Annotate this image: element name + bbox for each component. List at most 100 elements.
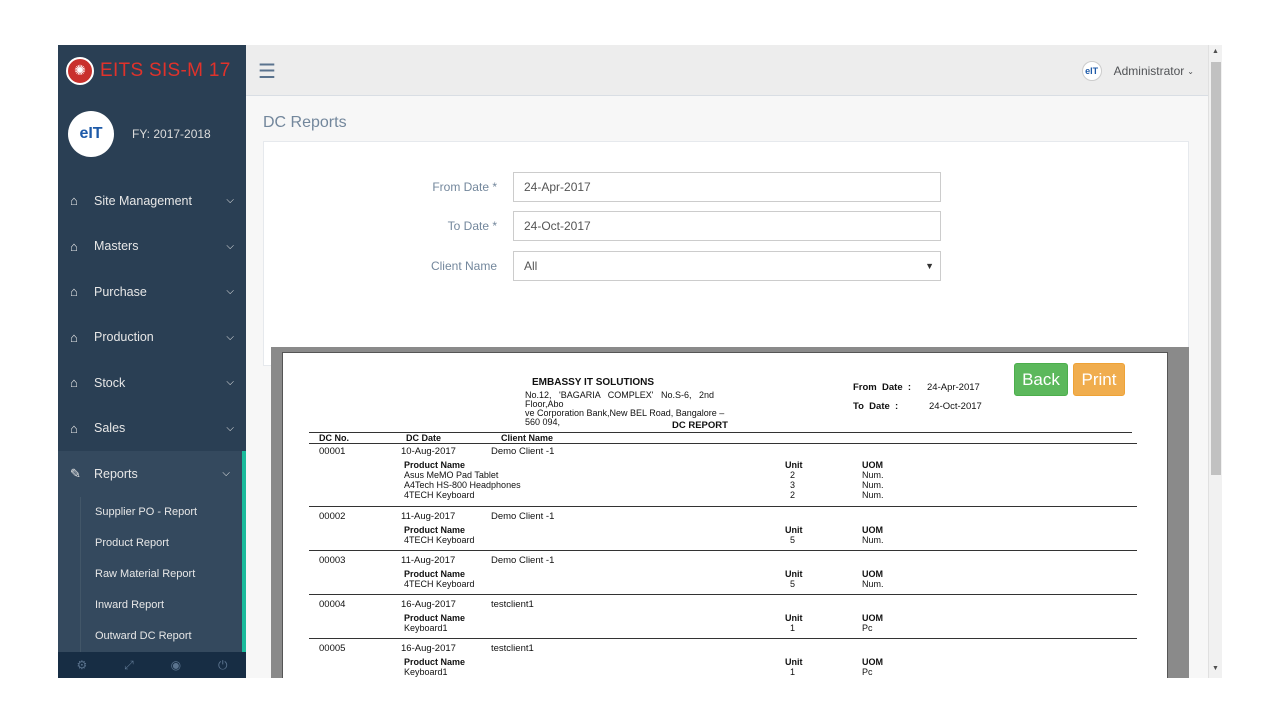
home-icon: ⌂ (70, 238, 78, 254)
chevron-down-icon: ⌵ (226, 286, 234, 298)
submenu-item-supplier-po-report[interactable]: Supplier PO - Report (58, 496, 242, 528)
unit-header: Unit (785, 460, 803, 470)
client-name: testclient1 (491, 599, 534, 610)
header-dc-date: DC Date (406, 433, 442, 443)
chevron-down-icon: ⌵ (226, 240, 234, 252)
sidebar-item-label: Sales (94, 421, 126, 436)
dropdown-arrow-icon: ▼ (925, 261, 934, 271)
power-icon[interactable]: ⏻ (218, 658, 228, 673)
table-row: 00003 11-Aug-2017 Demo Client -1 Product… (309, 550, 1137, 594)
product-list: 4TECH Keyboard (404, 579, 475, 589)
home-icon: ⌂ (70, 420, 78, 436)
report-from-label: From Date : (853, 382, 912, 393)
unit-list: 2 3 2 (790, 470, 796, 500)
product-list: 4TECH Keyboard (404, 535, 475, 545)
reports-submenu: Supplier PO - Report Product Report Raw … (58, 496, 246, 656)
sidebar-footer: ⚙ ⤢ ◉ ⏻ (58, 652, 246, 678)
submenu-item-raw-material-report[interactable]: Raw Material Report (58, 558, 242, 590)
print-button[interactable]: Print (1073, 363, 1125, 396)
brand[interactable]: ✺ EITS SIS-M 17 (58, 45, 246, 96)
uom-header: UOM (862, 525, 883, 535)
lock-icon[interactable]: ◉ (171, 658, 181, 672)
chevron-down-icon: ⌵ (226, 331, 234, 343)
sidebar-item-label: Reports (94, 466, 138, 481)
unit-header: Unit (785, 657, 803, 667)
page-scrollbar[interactable]: ▲ ▼ (1208, 45, 1222, 678)
client-name-label: Client Name (430, 259, 497, 273)
scroll-down-icon[interactable]: ▼ (1212, 665, 1219, 672)
dc-no: 00002 (319, 511, 346, 522)
product-name-header: Product Name (404, 569, 466, 579)
scroll-thumb[interactable] (1211, 62, 1221, 475)
profile: eIT FY: 2017-2018 (58, 96, 246, 172)
from-date-input[interactable]: 24-Apr-2017 (513, 172, 941, 202)
submenu-item-product-report[interactable]: Product Report (58, 527, 242, 559)
header-client-name: Client Name (501, 433, 554, 443)
sidebar-item-site-management[interactable]: ⌂ Site Management ⌵ (58, 178, 246, 224)
report-to-value: 24-Oct-2017 (929, 401, 982, 412)
avatar: eIT (68, 111, 114, 157)
submenu-item-inward-report[interactable]: Inward Report (58, 589, 242, 621)
product-list: Keyboard1 (404, 623, 448, 633)
report-to-label: To Date : (853, 401, 899, 412)
edit-icon: ✎ (70, 465, 81, 481)
chevron-down-icon: ⌵ (226, 422, 234, 434)
dc-date: 11-Aug-2017 (401, 511, 456, 522)
to-date-input[interactable]: 24-Oct-2017 (513, 211, 941, 241)
uom-header: UOM (862, 460, 883, 470)
company-name: EMBASSY IT SOLUTIONS (532, 377, 655, 388)
to-date-label: To Date * (447, 219, 497, 233)
dc-date: 16-Aug-2017 (401, 599, 456, 610)
uom-list: Pc Piece (862, 667, 885, 678)
report-sheet: EMBASSY IT SOLUTIONS No.12, 'BAGARIA COM… (282, 352, 1168, 678)
user-avatar: eIT (1081, 61, 1102, 81)
company-logo-icon: ✺ (66, 56, 94, 85)
from-date-row: From Date * 24-Apr-2017 (264, 172, 1190, 202)
uom-header: UOM (862, 569, 883, 579)
user-menu[interactable]: eIT Administrator ⌄ (1081, 61, 1194, 81)
product-list: Asus MeMO Pad Tablet A4Tech HS-800 Headp… (404, 470, 521, 500)
fullscreen-icon[interactable]: ⤢ (124, 658, 134, 673)
sidebar-item-masters[interactable]: ⌂ Masters ⌵ (58, 224, 246, 270)
report-viewer: EMBASSY IT SOLUTIONS No.12, 'BAGARIA COM… (271, 347, 1189, 678)
unit-list: 5 (790, 579, 796, 589)
unit-header: Unit (785, 525, 803, 535)
client-name-value: All (524, 259, 538, 273)
filter-panel: From Date * 24-Apr-2017 To Date * 24-Oct… (263, 141, 1189, 366)
table-row: 00002 11-Aug-2017 Demo Client -1 Product… (309, 506, 1137, 550)
sidebar-item-label: Stock (94, 375, 126, 390)
app-title: EITS SIS-M 17 (100, 59, 231, 81)
unit-list: 1 (790, 623, 796, 633)
client-name: Demo Client -1 (491, 555, 555, 566)
menu-toggle-icon[interactable]: ☰ (258, 59, 276, 84)
sidebar-item-stock[interactable]: ⌂ Stock ⌵ (58, 360, 246, 406)
unit-header: Unit (785, 569, 803, 579)
chevron-down-icon: ⌵ (226, 377, 234, 389)
client-name: testclient1 (491, 643, 534, 654)
chevron-down-icon: ⌵ (226, 195, 234, 207)
table-row: 00001 10-Aug-2017 Demo Client -1 Product… (309, 443, 1137, 505)
sidebar-item-reports[interactable]: ✎ Reports ⌵ (58, 451, 246, 497)
sidebar-item-production[interactable]: ⌂ Production ⌵ (58, 315, 246, 361)
product-name-header: Product Name (404, 525, 466, 535)
sidebar-item-sales[interactable]: ⌂ Sales ⌵ (58, 406, 246, 452)
company-address: No.12, 'BAGARIA COMPLEX' No.S-6, 2nd Flo… (525, 391, 805, 427)
sidebar-item-label: Site Management (94, 193, 192, 208)
submenu-item-outward-dc-report[interactable]: Outward DC Report (58, 620, 242, 652)
uom-header: UOM (862, 657, 883, 667)
uom-list: Num. (862, 535, 884, 545)
uom-list: Num. (862, 579, 884, 589)
unit-list: 5 (790, 535, 796, 545)
sidebar-item-purchase[interactable]: ⌂ Purchase ⌵ (58, 269, 246, 315)
report-title: DC REPORT (672, 420, 728, 431)
unit-list: 1 2 (790, 667, 796, 678)
uom-header: UOM (862, 613, 883, 623)
settings-icon[interactable]: ⚙ (76, 658, 87, 672)
client-name-select[interactable]: All ▼ (513, 251, 941, 281)
back-button[interactable]: Back (1014, 363, 1068, 396)
scroll-up-icon[interactable]: ▲ (1212, 48, 1219, 55)
to-date-row: To Date * 24-Oct-2017 (264, 211, 1190, 241)
client-name: Demo Client -1 (491, 511, 555, 522)
user-name: Administrator (1113, 64, 1185, 78)
dc-date: 16-Aug-2017 (401, 643, 456, 654)
